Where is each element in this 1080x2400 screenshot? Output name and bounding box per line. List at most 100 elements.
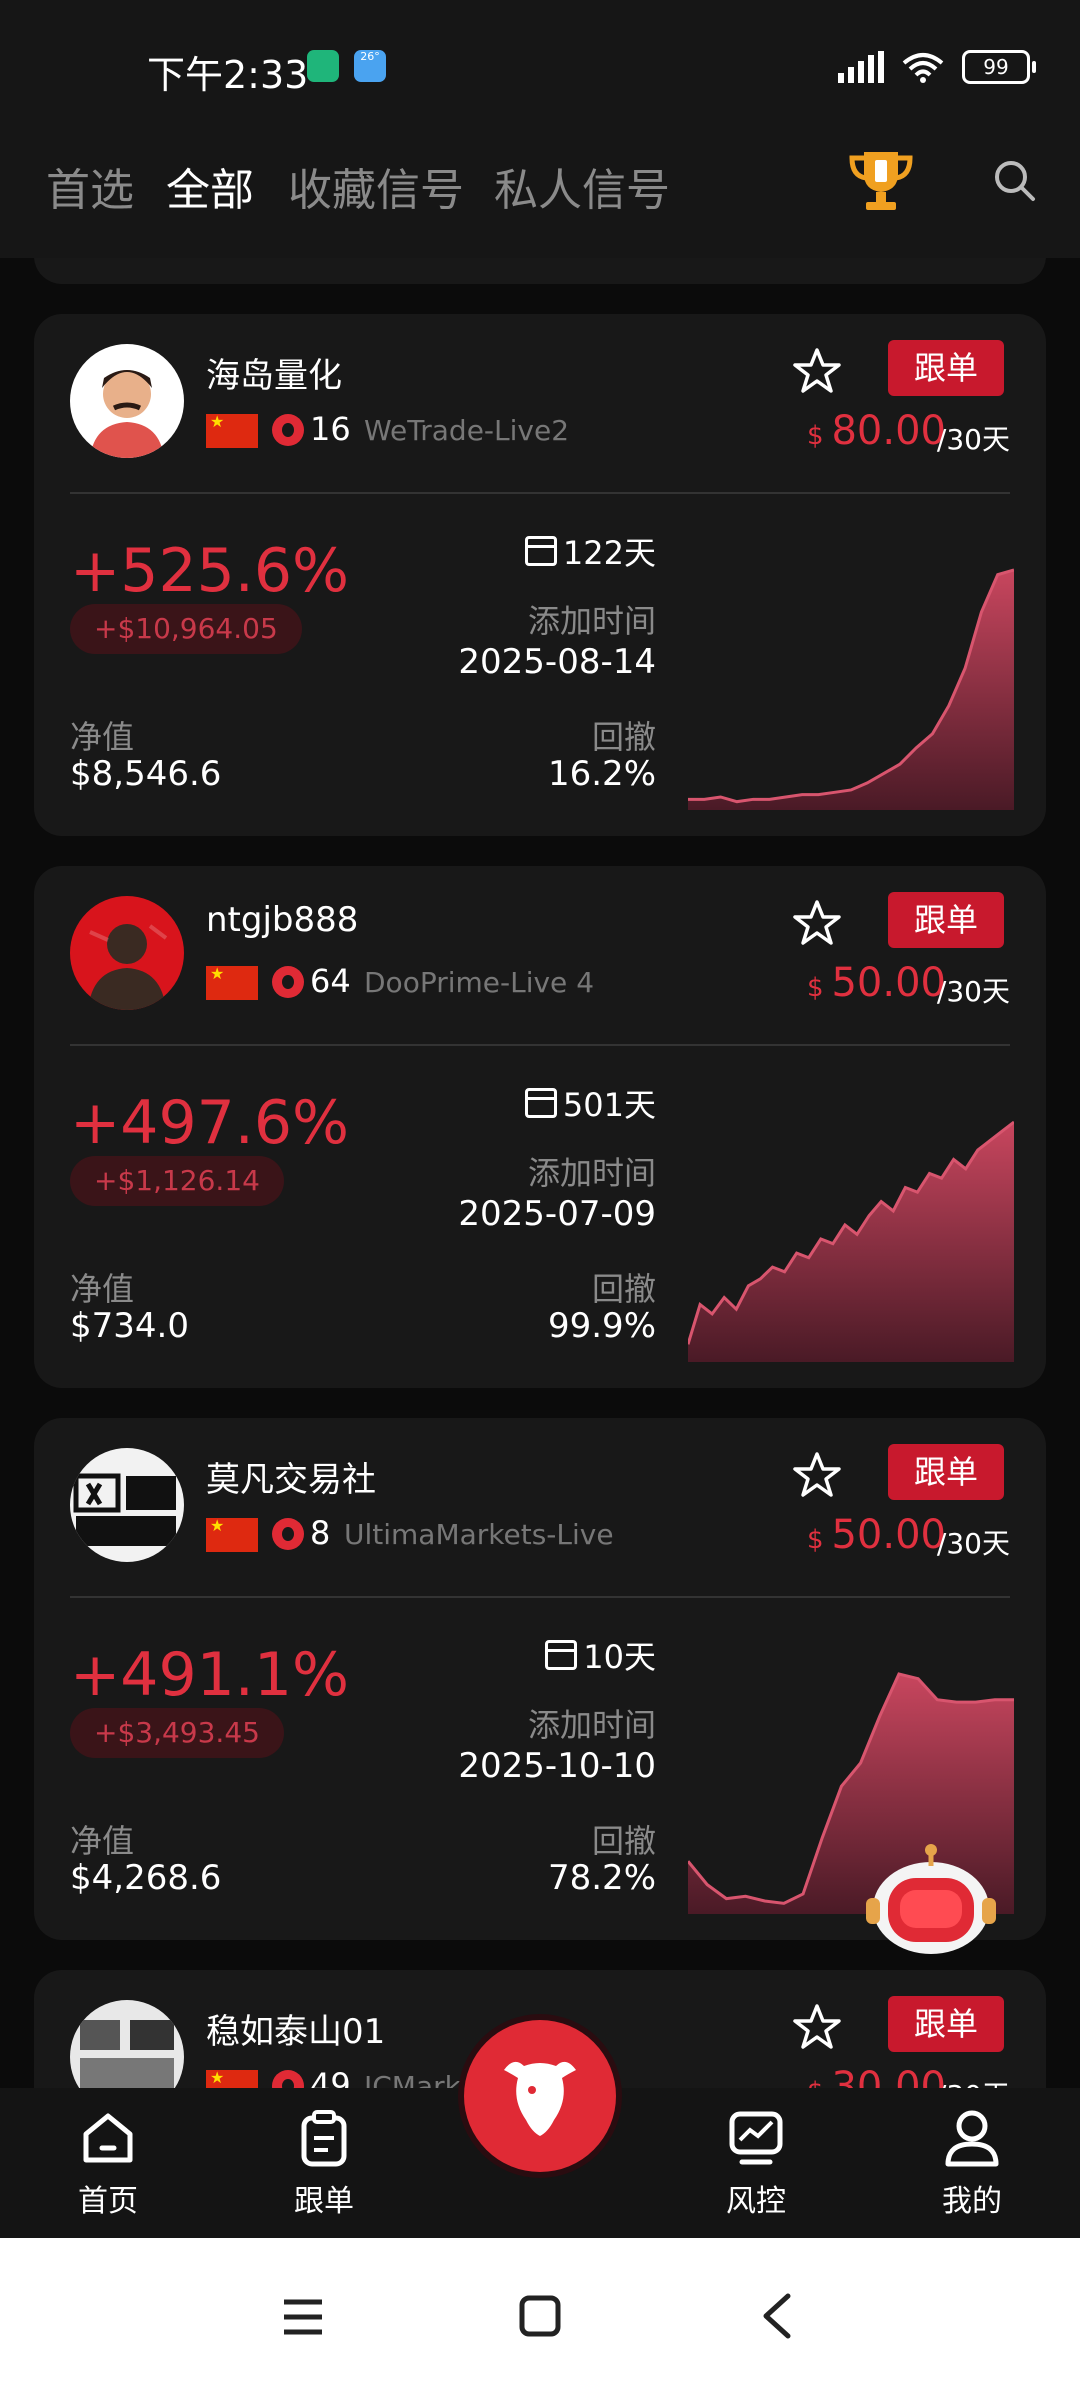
china-flag-icon — [206, 1516, 258, 1552]
signal-name: 稳如泰山01 — [206, 2012, 386, 2052]
avatar — [70, 1448, 184, 1562]
subscription-price: $50.00 — [806, 960, 946, 1006]
follow-button[interactable]: 跟单 — [888, 1444, 1004, 1500]
equity-area — [688, 1122, 1014, 1362]
broker-server: DooPrime-Live 4 — [364, 966, 595, 999]
running-days: 10天 — [545, 1632, 656, 1678]
nav-profile[interactable]: 我的 — [902, 2108, 1042, 2220]
drawdown-label: 回撤 — [591, 718, 656, 756]
clipboard-icon — [301, 2110, 347, 2167]
back-icon[interactable] — [758, 2292, 794, 2340]
home-icon — [83, 2113, 133, 2163]
tab-private-signals[interactable]: 私人信号 — [494, 154, 670, 218]
follow-button[interactable]: 跟单 — [888, 1996, 1004, 2052]
follow-button[interactable]: 跟单 — [888, 340, 1004, 396]
net-value: $734.0 — [70, 1306, 189, 1346]
subscription-price: $30.00 — [807, 2064, 946, 2088]
added-date: 2025-08-14 — [458, 642, 656, 682]
added-time-label: 添加时间 — [527, 1706, 656, 1744]
net-value-label: 净值 — [70, 1270, 135, 1308]
battery-icon: 99 — [962, 50, 1036, 84]
tab-all[interactable]: 全部 — [166, 154, 254, 218]
drawdown-value: 16.2% — [547, 754, 656, 794]
subscription-period: /30天 — [936, 423, 1010, 456]
broker-server: UltimaMarkets-Live — [344, 1518, 614, 1551]
subscription-price: $50.00 — [806, 1512, 946, 1558]
calendar-icon — [524, 1088, 557, 1118]
return-amount-badge: +$3,493.45 — [70, 1708, 284, 1758]
nav-profile-label: 我的 — [942, 2184, 1002, 2219]
security-app-icon — [307, 50, 339, 82]
divider — [70, 1596, 1010, 1598]
added-date: 2025-10-10 — [458, 1746, 656, 1786]
menu-icon[interactable] — [280, 2296, 326, 2338]
system-navigation-bar — [0, 2238, 1080, 2400]
status-time: 下午2:33 — [147, 53, 309, 97]
china-flag-icon — [206, 964, 258, 1000]
net-value-label: 净值 — [70, 1822, 135, 1860]
broker-server: WeTrade-Live2 — [364, 414, 570, 447]
nav-home[interactable]: 首页 — [38, 2108, 178, 2220]
weather-icon: 26° — [354, 50, 386, 82]
star-icon[interactable] — [792, 346, 842, 396]
subscription-price: $80.00 — [806, 408, 946, 454]
star-icon[interactable] — [792, 898, 842, 948]
signal-list[interactable]: 海岛量化 16 WeTrade-Live2 跟单 $80.00 /30天 +52… — [0, 258, 1080, 2088]
signal-name: 海岛量化 — [206, 356, 342, 396]
home-square-icon[interactable] — [518, 2294, 562, 2338]
tab-favorite-signals[interactable]: 收藏信号 — [288, 154, 464, 218]
search-icon[interactable] — [992, 158, 1036, 202]
heat-count: 49 — [310, 2066, 351, 2088]
signal-name: ntgjb888 — [206, 900, 359, 940]
subscription-period: /30天 — [936, 1527, 1010, 1560]
subscription-period: /30天 — [936, 975, 1010, 1008]
robot-assistant-icon[interactable] — [866, 1842, 996, 1962]
return-percentage: +525.6% — [70, 536, 350, 606]
heat-count: 8 — [310, 1514, 331, 1552]
wifi-icon — [902, 53, 944, 83]
signal-card[interactable]: 海岛量化 16 WeTrade-Live2 跟单 $80.00 /30天 +52… — [34, 314, 1046, 836]
signal-card[interactable]: ntgjb888 64 DooPrime-Live 4 跟单 $50.00 /3… — [34, 866, 1046, 1388]
china-flag-icon — [206, 412, 258, 448]
calendar-icon — [545, 1640, 578, 1670]
fire-icon — [272, 2070, 304, 2088]
added-time-label: 添加时间 — [527, 1154, 656, 1192]
user-icon — [945, 2110, 999, 2167]
avatar — [70, 2000, 184, 2088]
drawdown-label: 回撤 — [591, 1822, 656, 1860]
trophy-icon[interactable] — [846, 148, 916, 214]
return-percentage: +497.6% — [70, 1088, 350, 1158]
fire-icon — [272, 966, 304, 998]
signal-card-partial[interactable] — [34, 258, 1046, 284]
divider — [70, 492, 1010, 494]
nav-risk-control[interactable]: 风控 — [686, 2108, 826, 2220]
avatar — [70, 896, 184, 1010]
drawdown-value: 78.2% — [547, 1858, 656, 1898]
china-flag-icon — [206, 2068, 258, 2088]
star-icon[interactable] — [792, 2002, 842, 2052]
added-time-label: 添加时间 — [527, 602, 656, 640]
running-days: 501天 — [524, 1080, 656, 1126]
star-icon[interactable] — [792, 1450, 842, 1500]
return-amount-badge: +$1,126.14 — [70, 1156, 284, 1206]
status-bar: 下午2:33 26° 99 — [0, 0, 1080, 130]
center-bull-button[interactable] — [464, 2020, 616, 2172]
calendar-icon — [524, 536, 557, 566]
equity-sparkline — [688, 568, 1014, 810]
cellular-signal-icon — [838, 51, 884, 83]
added-date: 2025-07-09 — [458, 1194, 656, 1234]
drawdown-label: 回撤 — [591, 1270, 656, 1308]
return-amount-badge: +$10,964.05 — [70, 604, 302, 654]
heat-count: 64 — [310, 962, 351, 1000]
return-percentage: +491.1% — [70, 1640, 350, 1710]
signal-name: 莫凡交易社 — [206, 1460, 376, 1500]
bull-logo-icon — [504, 2061, 576, 2136]
drawdown-value: 99.9% — [547, 1306, 656, 1346]
chart-monitor-icon — [729, 2111, 783, 2165]
nav-copy-trade[interactable]: 跟单 — [254, 2108, 394, 2220]
heat-count: 16 — [310, 410, 351, 448]
tab-preferred[interactable]: 首选 — [46, 154, 134, 218]
nav-risk-control-label: 风控 — [726, 2184, 786, 2219]
net-value: $4,268.6 — [70, 1858, 222, 1898]
follow-button[interactable]: 跟单 — [888, 892, 1004, 948]
